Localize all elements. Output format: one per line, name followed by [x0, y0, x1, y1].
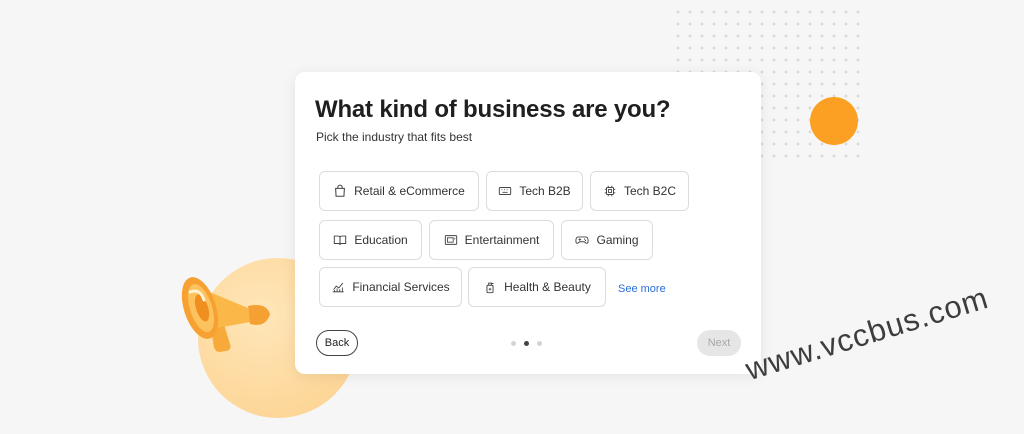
industry-chip-health-beauty[interactable]: Health & Beauty: [468, 267, 606, 307]
industry-chip-label: Retail & eCommerce: [354, 184, 465, 198]
megaphone-icon: [181, 277, 270, 352]
book-icon: [334, 235, 347, 245]
step-indicator: [511, 341, 542, 346]
shopping-bag-icon: [335, 184, 346, 197]
industry-chip-financial-services[interactable]: Financial Services: [319, 267, 462, 307]
chart-icon: [333, 282, 344, 293]
back-button[interactable]: Back: [316, 330, 358, 356]
industry-chip-education[interactable]: Education: [319, 220, 422, 260]
see-more-link[interactable]: See more: [618, 283, 666, 295]
business-type-card: What kind of business are you? Pick the …: [295, 72, 761, 374]
industry-chip-label: Tech B2B: [519, 184, 571, 198]
next-button[interactable]: Next: [697, 330, 741, 356]
gamepad-icon: [575, 236, 590, 244]
orange-circle-decoration: [810, 97, 858, 145]
industry-chip-tech-b2c[interactable]: Tech B2C: [590, 171, 689, 211]
step-dot: [537, 341, 542, 346]
page-title: What kind of business are you?: [315, 96, 671, 123]
page-subtitle: Pick the industry that fits best: [316, 130, 473, 144]
lotion-bottle-icon: [486, 282, 494, 294]
industry-chip-label: Gaming: [596, 233, 639, 247]
industry-chip-label: Education: [354, 233, 408, 247]
step-dot-active: [524, 341, 529, 346]
industry-chip-entertainment[interactable]: Entertainment: [429, 220, 554, 260]
watermark-text: www.vccbus.com: [741, 279, 993, 388]
industry-chip-retail[interactable]: Retail & eCommerce: [319, 171, 479, 211]
industry-chip-label: Entertainment: [464, 233, 540, 247]
industry-chip-label: Tech B2C: [623, 184, 677, 198]
keyboard-icon: [499, 187, 512, 195]
tv-icon: [444, 235, 457, 245]
industry-chip-label: Financial Services: [352, 280, 450, 294]
industry-chip-gaming[interactable]: Gaming: [561, 220, 653, 260]
chip-icon: [604, 185, 616, 197]
industry-chip-label: Health & Beauty: [504, 280, 591, 294]
step-dot: [511, 341, 516, 346]
industry-chip-tech-b2b[interactable]: Tech B2B: [486, 171, 583, 211]
